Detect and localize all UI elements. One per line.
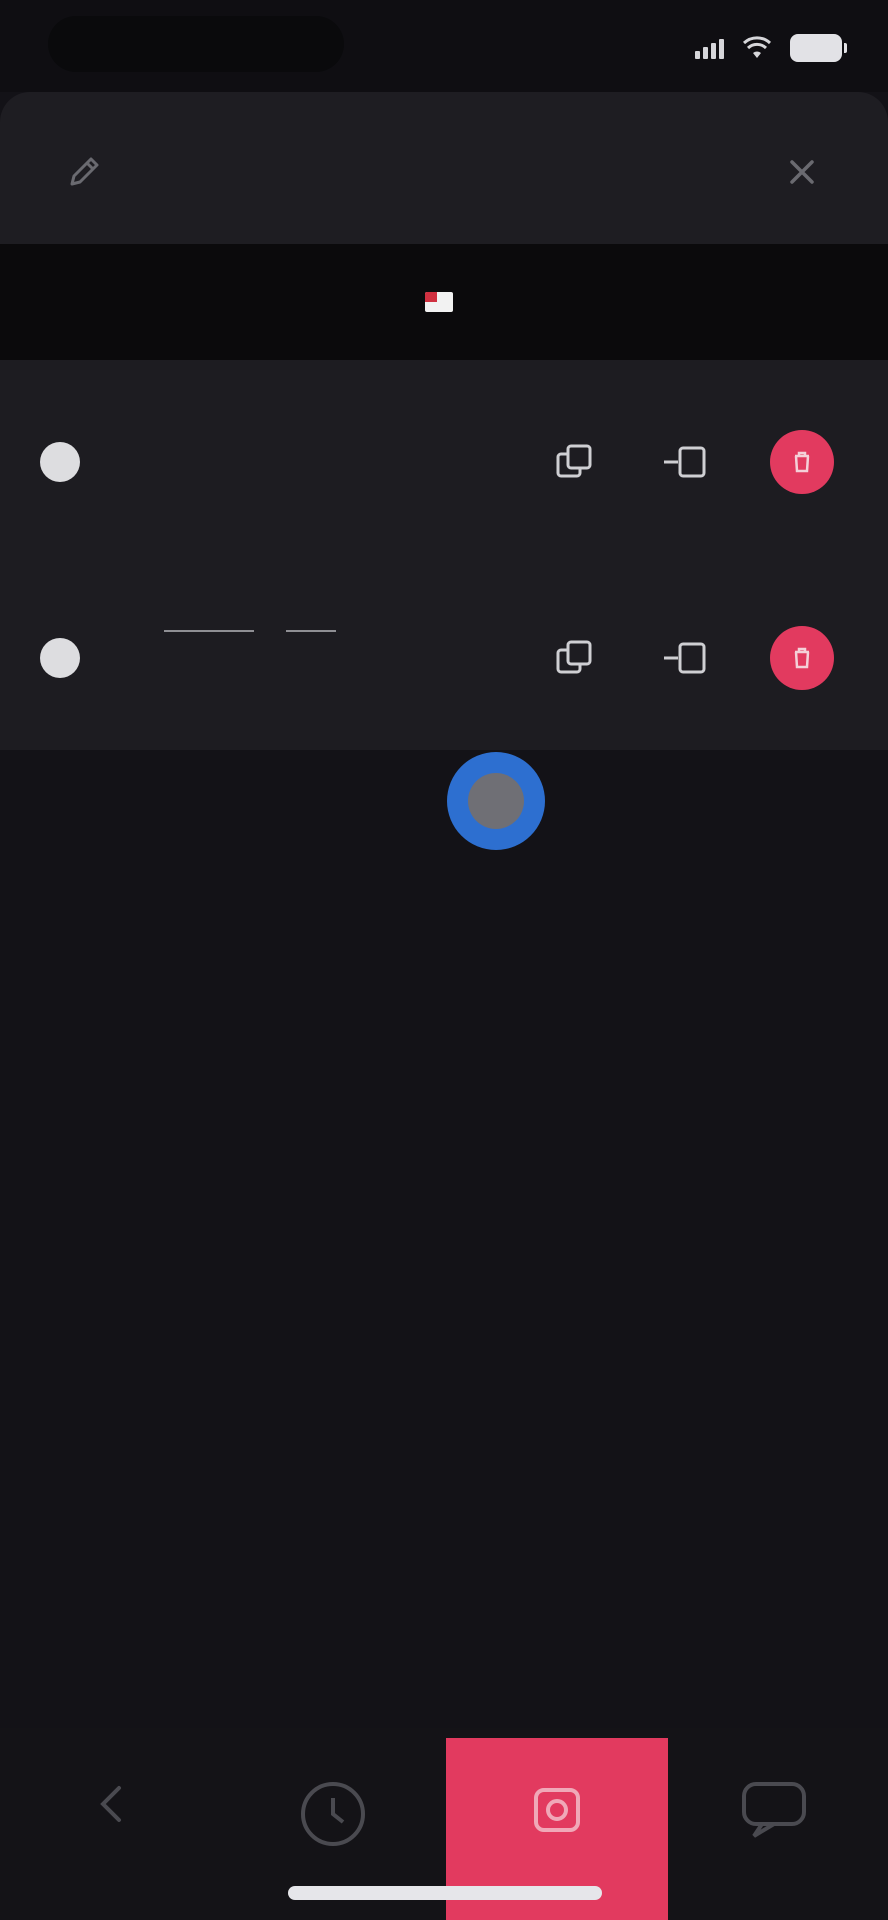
history-icon (301, 1782, 365, 1846)
delete-icon (794, 451, 810, 473)
tab-chat[interactable] (666, 1738, 888, 1920)
delete-button[interactable] (770, 430, 834, 494)
camera-icon (534, 1788, 580, 1832)
chat-icon (742, 1782, 806, 1838)
formula-expression (126, 610, 342, 649)
battery-icon (790, 34, 847, 62)
touch-indicator (447, 752, 545, 850)
back-icon (100, 1786, 121, 1822)
copy-icon[interactable] (542, 632, 610, 684)
close-icon[interactable] (774, 144, 830, 200)
language-selector[interactable] (0, 244, 888, 360)
status-icons (695, 28, 847, 68)
formula-list (0, 360, 888, 750)
status-bar (0, 0, 888, 92)
signal-icon (695, 37, 724, 59)
copy-icon[interactable] (542, 436, 610, 488)
delete-icon (794, 647, 810, 669)
delete-button[interactable] (770, 626, 834, 690)
tab-back[interactable] (0, 1738, 222, 1920)
share-icon[interactable] (650, 436, 718, 488)
fraction (164, 622, 254, 640)
radio-button[interactable] (40, 442, 80, 482)
radio-button[interactable] (40, 638, 80, 678)
flag-icon (425, 292, 453, 312)
pencil-icon[interactable] (56, 144, 112, 200)
fraction (286, 622, 336, 640)
status-pill (48, 16, 344, 72)
nav-bar (0, 92, 888, 244)
share-icon[interactable] (650, 632, 718, 684)
wifi-icon (742, 36, 772, 58)
home-indicator (288, 1886, 602, 1900)
